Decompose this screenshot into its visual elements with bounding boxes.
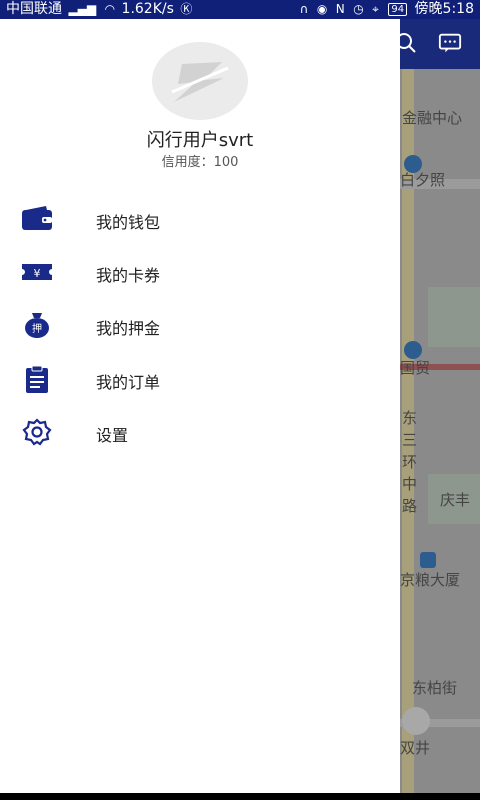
- wallet-icon: [22, 206, 52, 230]
- menu-item-label: 我的押金: [96, 319, 161, 338]
- map-label: 三: [402, 431, 418, 449]
- menu-item-orders[interactable]: 我的订单: [0, 357, 400, 401]
- menu-item-deposit[interactable]: 押 我的押金: [0, 303, 400, 347]
- credit-score: 信用度：100: [161, 155, 239, 170]
- status-bar: 中国联通 ▂▄▆ ◠ 1.62K/s Ⓚ ∩ ◉ N ◷ ⌖ 94 傍晚5:18: [0, 0, 480, 19]
- battery-icon: 94: [388, 3, 408, 16]
- svg-text:押: 押: [32, 322, 42, 335]
- navigation-bar: [0, 793, 480, 800]
- menu-item-label: 我的钱包: [96, 213, 161, 232]
- avatar[interactable]: [152, 42, 248, 120]
- map-label: 金融中心: [402, 109, 463, 127]
- map-label: 环: [402, 453, 418, 471]
- username: 闪行用户svrt: [146, 130, 254, 151]
- map-label: 国贸: [400, 359, 431, 377]
- navigation-drawer: 闪行用户svrt 信用度：100 我的钱包 ¥ 我的卡券 押 我的押金 我的订单…: [0, 19, 400, 793]
- map-view[interactable]: 金融中心 白夕照 国贸 东 三 环 中 路 庆丰 京粮大厦 东柏街 双井: [400, 19, 480, 800]
- map-label: 路: [402, 497, 418, 515]
- deposit-bag-icon: 押: [25, 313, 49, 338]
- signal-icon: ▂▄▆: [68, 2, 97, 16]
- map-header: [400, 19, 480, 69]
- search-icon[interactable]: [400, 31, 418, 55]
- order-clipboard-icon: [26, 365, 48, 393]
- menu-item-coupons[interactable]: ¥ 我的卡券: [0, 250, 400, 294]
- menu-item-label: 我的订单: [96, 373, 161, 392]
- map-label: 庆丰: [440, 491, 471, 509]
- map-label: 白夕照: [400, 171, 446, 189]
- menu-item-wallet[interactable]: 我的钱包: [0, 197, 400, 241]
- alarm-icon: ◷: [353, 2, 364, 16]
- map-label: 中: [402, 475, 418, 493]
- map-label: 东: [402, 409, 418, 427]
- location-icon: ⌖: [372, 2, 379, 16]
- map-label: 东柏街: [412, 679, 458, 697]
- locate-me-icon[interactable]: [402, 707, 430, 735]
- menu-item-label: 设置: [96, 426, 129, 445]
- message-icon[interactable]: [438, 31, 462, 55]
- gear-icon: [22, 418, 52, 446]
- svg-text:¥: ¥: [34, 267, 41, 280]
- menu-item-label: 我的卡券: [96, 266, 161, 285]
- map-label: 京粮大厦: [400, 571, 461, 589]
- network-speed: 1.62K/s: [121, 1, 174, 17]
- ticket-icon: ¥: [22, 264, 52, 280]
- menu-item-settings[interactable]: 设置: [0, 410, 400, 454]
- carrier-label: 中国联通: [6, 1, 62, 17]
- k-icon: Ⓚ: [180, 2, 193, 16]
- map-label: 双井: [400, 739, 431, 757]
- wifi-icon: ◠: [104, 2, 116, 16]
- app-logo-icon: [171, 62, 229, 102]
- nfc-icon: N: [335, 2, 345, 16]
- headset-icon: ∩: [299, 2, 309, 16]
- eye-icon: ◉: [316, 2, 328, 16]
- clock: 傍晚5:18: [414, 1, 474, 17]
